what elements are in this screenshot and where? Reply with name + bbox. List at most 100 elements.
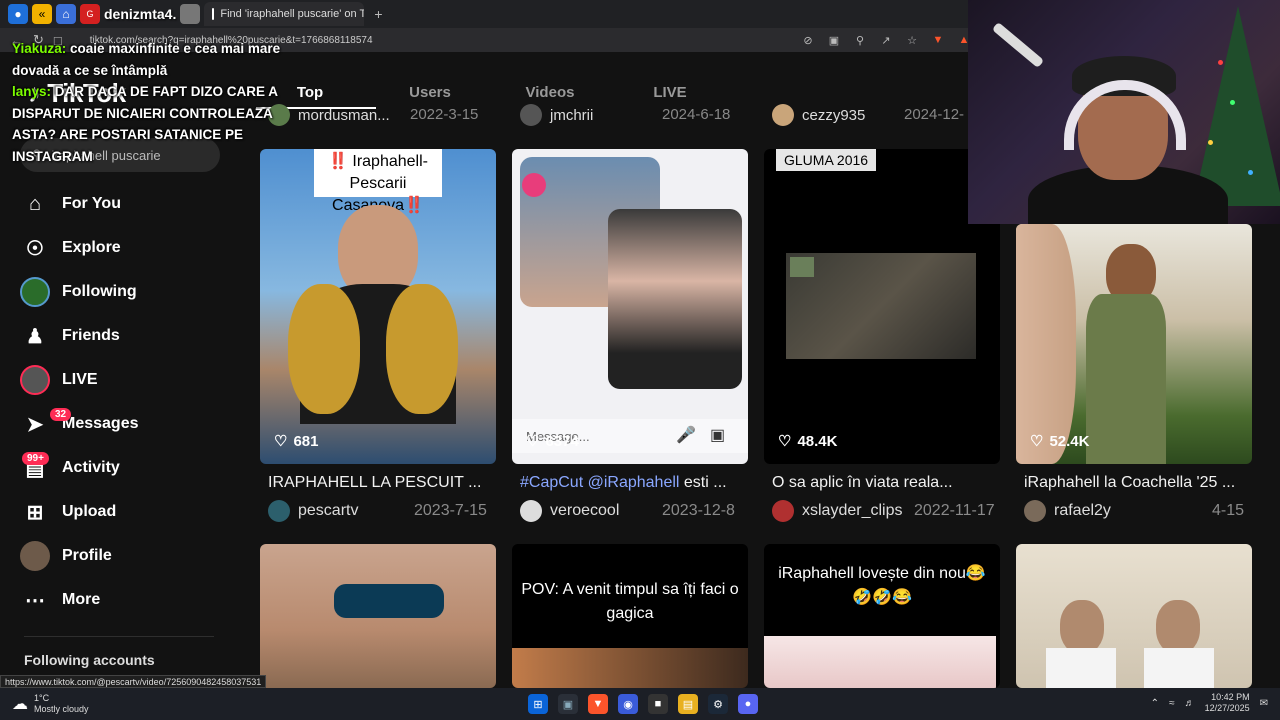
video-thumbnail[interactable]: POV: A venit timpul sa îți faci o gagica bbox=[512, 544, 748, 688]
video-card[interactable]: ‼️ Iraphahell-Pescarii Casanova‼️ ♡ 681 I… bbox=[260, 149, 496, 529]
sidebar-item-profile[interactable]: Profile bbox=[20, 534, 240, 578]
messages-icon: ➤ bbox=[26, 413, 44, 436]
heart-icon: ♡ bbox=[778, 433, 792, 450]
sidebar-item-live[interactable]: LIVE bbox=[20, 358, 240, 402]
hashtag-text[interactable]: #CapCut @iRaphahell bbox=[520, 474, 679, 491]
sidebar-item-upload[interactable]: ⊞ Upload bbox=[20, 490, 240, 534]
chevron-up-icon[interactable]: ⌃ bbox=[1151, 698, 1159, 709]
discord-icon[interactable]: ● bbox=[738, 694, 758, 714]
gif-tab-icon[interactable]: G bbox=[80, 4, 100, 24]
video-title[interactable]: iRaphahell la Coachella '25 ... bbox=[1024, 474, 1252, 492]
share-icon[interactable]: ↗ bbox=[878, 32, 894, 48]
sidebar-item-messages[interactable]: ➤ 32 Messages bbox=[20, 402, 240, 446]
avatar-tab-icon[interactable] bbox=[180, 4, 201, 24]
fish-right bbox=[386, 284, 458, 414]
sidebar-item-label: Friends bbox=[62, 327, 120, 344]
video-thumbnail[interactable]: iRaphahell lovește din nou😂🤣🤣😂 bbox=[764, 544, 1000, 688]
notification-bell-icon[interactable]: ✉ bbox=[1260, 698, 1268, 709]
file-explorer-icon[interactable]: ▤ bbox=[678, 694, 698, 714]
sidebar-item-for-you[interactable]: ⌂ For You bbox=[20, 182, 240, 226]
person-figure bbox=[1060, 600, 1104, 654]
person-figure bbox=[1156, 600, 1200, 654]
video-title[interactable]: IRAPHAHELL LA PESCUIT ... bbox=[268, 474, 496, 492]
steam-icon[interactable]: ⚙ bbox=[708, 694, 728, 714]
tab-users[interactable]: Users bbox=[370, 62, 490, 101]
cast-icon[interactable]: ▣ bbox=[826, 32, 842, 48]
video-thumbnail[interactable] bbox=[260, 544, 496, 688]
thumbnail-caption: iRaphahell lovește din nou😂🤣🤣😂 bbox=[778, 565, 986, 606]
stream-chat-overlay: Yiakuza: coaie maxinfinite e cea mai mar… bbox=[12, 38, 302, 167]
author-link[interactable]: pescartv bbox=[268, 500, 358, 522]
video-card[interactable]: GLUMA 2016 ♡ 48.4K O sa aplic în viata re… bbox=[764, 149, 1000, 529]
following-accounts-heading: Following accounts bbox=[24, 652, 155, 668]
heart-icon: ♡ bbox=[274, 433, 288, 450]
shirt bbox=[1144, 648, 1214, 688]
no-camera-icon[interactable]: ⊘ bbox=[800, 32, 816, 48]
webcam-overlay bbox=[968, 0, 1280, 224]
video-card[interactable]: iRaphahell lovește din nou😂🤣🤣😂 bbox=[764, 544, 1000, 688]
video-card[interactable]: ♡ 52.4K iRaphahell la Coachella '25 ... r… bbox=[1016, 224, 1252, 530]
author-link[interactable]: veroecool bbox=[520, 500, 619, 522]
video-thumbnail[interactable]: GLUMA 2016 bbox=[764, 149, 1000, 464]
heart-icon: ♡ bbox=[1030, 433, 1044, 450]
sidebar-item-activity[interactable]: ▤ 99+ Activity bbox=[20, 446, 240, 490]
author-link[interactable]: cezzy935 bbox=[772, 104, 865, 126]
tree-light bbox=[1218, 60, 1223, 65]
video-thumbnail[interactable]: ‼️ Iraphahell-Pescarii Casanova‼️ bbox=[260, 149, 496, 464]
profile-avatar bbox=[20, 541, 50, 571]
volume-icon[interactable]: ♬ bbox=[1185, 698, 1195, 709]
sidebar-item-friends[interactable]: ♟ Friends bbox=[20, 314, 240, 358]
chat-username: lanys: bbox=[12, 84, 52, 99]
windows-start-icon[interactable]: ⊞ bbox=[528, 694, 548, 714]
foreground-face bbox=[1016, 224, 1076, 464]
video-title[interactable]: #CapCut @iRaphahell esti ... bbox=[520, 474, 748, 492]
video-card[interactable]: Message... 🎤 ▣ ♡ 6374 #CapCut @iRaphahell… bbox=[512, 149, 748, 529]
crown-tab-icon[interactable]: « bbox=[32, 4, 52, 24]
live-avatar bbox=[20, 365, 50, 395]
author-link[interactable]: rafael2y bbox=[1024, 500, 1111, 522]
active-browser-tab[interactable]: Find 'iraphahell puscarie' on TikT × bbox=[204, 2, 365, 26]
post-date: 2022-3-15 bbox=[410, 106, 479, 123]
author-link[interactable]: jmchrii bbox=[520, 104, 593, 126]
activity-badge: 99+ bbox=[22, 452, 49, 465]
thumbnail-caption: GLUMA 2016 bbox=[776, 149, 877, 171]
video-title[interactable]: O sa aplic în viata reala... bbox=[772, 474, 1000, 492]
task-view-icon[interactable]: ▣ bbox=[558, 694, 578, 714]
video-thumbnail[interactable] bbox=[1016, 224, 1252, 464]
author-link[interactable]: xslayder_clips bbox=[772, 500, 902, 522]
avatar bbox=[520, 104, 542, 126]
video-frame bbox=[764, 636, 996, 688]
video-card[interactable]: POV: A venit timpul sa îți faci o gagica bbox=[512, 544, 748, 688]
brave-shield-icon[interactable]: ▼ bbox=[930, 32, 946, 48]
wifi-icon[interactable]: ≈ bbox=[1169, 698, 1175, 709]
likes-value: 52.4K bbox=[1049, 432, 1090, 450]
video-card[interactable] bbox=[260, 544, 496, 688]
thumbnail-caption: ‼️ Iraphahell-Pescarii Casanova‼️ bbox=[314, 149, 442, 214]
star-icon[interactable]: ☆ bbox=[904, 32, 920, 48]
likes-count: ♡ 48.4K bbox=[778, 432, 837, 451]
post-date: 2023-12-8 bbox=[662, 502, 735, 519]
following-avatar bbox=[20, 277, 50, 307]
video-card[interactable] bbox=[1016, 544, 1252, 688]
zoom-icon[interactable]: ⚲ bbox=[852, 32, 868, 48]
sidebar-item-following[interactable]: Following bbox=[20, 270, 240, 314]
discord-tab-icon[interactable]: ⌂ bbox=[56, 4, 76, 24]
system-tray: ⌃ ≈ ♬ 10:42 PM 12/27/2025 ✉ bbox=[1151, 692, 1268, 714]
title-text: esti ... bbox=[679, 474, 727, 491]
video-thumbnail[interactable]: Message... 🎤 ▣ bbox=[512, 149, 748, 464]
mic-icon: 🎤 bbox=[676, 427, 696, 444]
brave-browser-icon[interactable]: ▼ bbox=[588, 694, 608, 714]
weather-widget[interactable]: ☁ 1°C Mostly cloudy bbox=[0, 693, 200, 715]
cloud-icon: ☁ bbox=[12, 696, 28, 713]
sidebar-item-explore[interactable]: ☉ Explore bbox=[20, 226, 240, 270]
app-tab-icon[interactable]: ● bbox=[8, 4, 28, 24]
app-icon[interactable]: ◉ bbox=[618, 694, 638, 714]
sidebar-item-more[interactable]: ⋯ More bbox=[20, 578, 240, 622]
tab-live[interactable]: LIVE bbox=[610, 62, 730, 101]
app-icon[interactable]: ■ bbox=[648, 694, 668, 714]
tab-videos[interactable]: Videos bbox=[490, 62, 610, 101]
video-thumbnail[interactable] bbox=[1016, 544, 1252, 688]
sidebar-item-label: For You bbox=[62, 195, 121, 212]
new-tab-button[interactable]: + bbox=[374, 6, 382, 22]
clock[interactable]: 10:42 PM 12/27/2025 bbox=[1205, 692, 1250, 714]
